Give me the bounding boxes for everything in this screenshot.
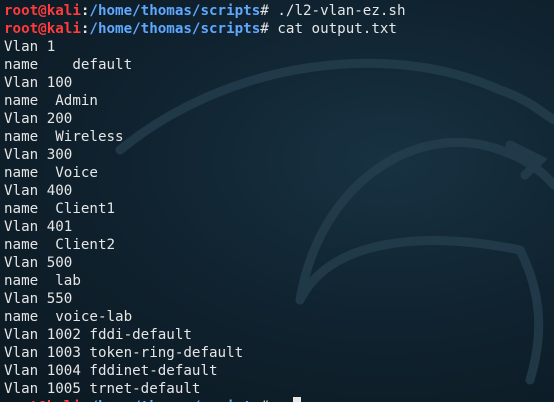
text-cursor [293,397,301,402]
output-line: Vlan 300 [4,147,73,163]
output-line: name Wireless [4,129,124,145]
terminal-window[interactable]: root@kali:/home/thomas/scripts# ./l2-vla… [0,0,554,402]
output-line: name Admin [4,93,98,109]
output-line: Vlan 550 [4,291,73,307]
output-line: Vlan 100 [4,75,73,91]
prompt-path: /home/thomas/scripts [89,21,261,37]
output-line: name lab [4,273,81,289]
output-line: Vlan 200 [4,111,73,127]
prompt-sign: # [260,3,269,19]
prompt-user-host: root@kali [4,3,81,19]
prompt-sign: # [260,21,269,37]
output-line: Vlan 1002 fddi-default [4,327,192,343]
output-line: name voice-lab [4,309,133,325]
prompt-line-1: root@kali:/home/thomas/scripts# ./l2-vla… [4,2,554,20]
output-line: Vlan 401 [4,219,73,235]
output-line: Vlan 1004 fddinet-default [4,363,218,379]
output-line: name Voice [4,165,98,181]
output-line: Vlan 1005 trnet-default [4,381,201,397]
output-line: Vlan 1 [4,39,56,55]
output-line: name default [4,57,133,73]
prompt-line-3: root@kali:/home/thomas/scripts# [4,398,269,402]
prompt-path: /home/thomas/scripts [89,3,261,19]
output-line: Vlan 500 [4,255,73,271]
output-line: name Client1 [4,201,116,217]
command-text: cat output.txt [277,21,397,37]
command-text: ./l2-vlan-ez.sh [277,3,406,19]
output-line: Vlan 1003 token-ring-default [4,345,244,361]
prompt-user-host: root@kali [4,21,81,37]
output-line: name Client2 [4,237,116,253]
prompt-line-2: root@kali:/home/thomas/scripts# cat outp… [4,20,554,38]
output-line: Vlan 400 [4,183,73,199]
